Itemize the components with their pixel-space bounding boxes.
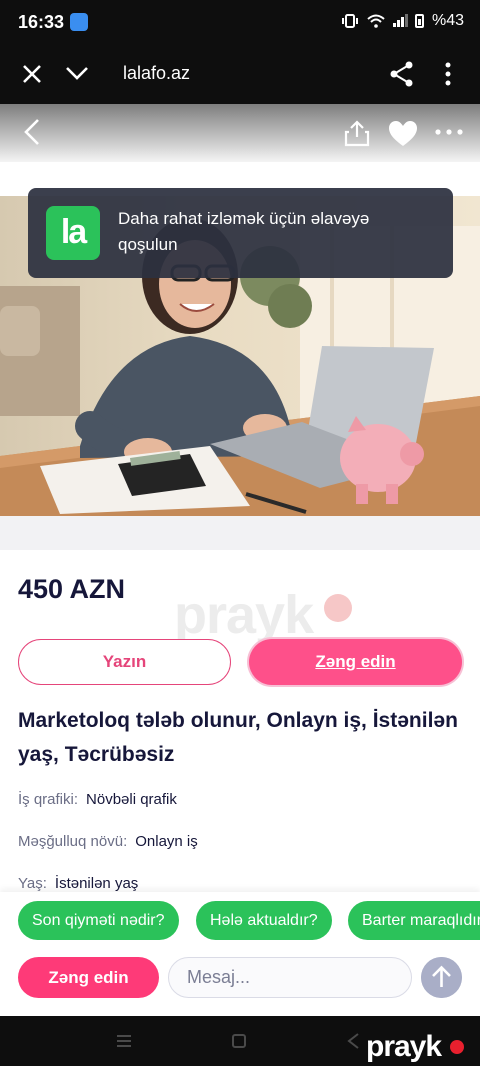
browser-toolbar: lalafo.az [0, 46, 480, 104]
battery-icon [414, 14, 424, 28]
share-icon[interactable] [388, 60, 416, 88]
url-text[interactable]: lalafo.az [123, 63, 190, 84]
heart-icon[interactable] [388, 120, 418, 148]
call-button-bottom[interactable]: Zəng edin [18, 957, 159, 998]
call-button[interactable]: Zəng edin [249, 639, 462, 685]
upload-icon[interactable] [343, 118, 371, 148]
watermark-text: prayk [174, 585, 314, 645]
quick-reply-chip[interactable]: Barter maraqlıdır? [348, 901, 480, 940]
detail-value: Onlayn iş [135, 833, 198, 850]
detail-value: Növbəli qrafik [86, 791, 177, 808]
write-button[interactable]: Yazın [18, 639, 231, 685]
battery-level: %43 [431, 12, 464, 29]
site-header [0, 104, 480, 162]
quick-reply-chip[interactable]: Son qiyməti nədir? [18, 901, 179, 940]
watermark-logo-dot [450, 1040, 464, 1054]
back-icon[interactable] [20, 116, 44, 148]
detail-age: Yaş: İstənilən yaş [18, 875, 138, 892]
chevron-down-icon[interactable] [64, 60, 90, 86]
listing-title: Marketoloq tələb olunur, Onlayn iş, İstə… [18, 709, 458, 766]
status-indicators: %43 [341, 12, 464, 30]
listing-price: 450 AZN [18, 574, 126, 604]
close-icon[interactable] [20, 62, 44, 86]
detail-work-schedule: İş qrafiki: Növbəli qrafik [18, 791, 177, 808]
quick-replies-scroller[interactable]: Son qiyməti nədir? Hələ aktualdır? Barte… [0, 892, 480, 948]
quick-reply-chip[interactable]: Hələ aktualdır? [196, 901, 332, 940]
detail-label: Yaş: [18, 875, 47, 892]
status-bar: 16:33 %43 [0, 0, 480, 46]
detail-label: Məşğulluq növü: [18, 833, 128, 850]
detail-employment-type: Məşğulluq növü: Onlayn iş [18, 833, 198, 850]
home-icon[interactable] [232, 1034, 246, 1048]
screen: 16:33 %43 lalafo.az la Daha rahat izləmə… [0, 0, 480, 1066]
detail-label: İş qrafiki: [18, 791, 79, 808]
vibrate-icon [341, 14, 358, 28]
system-nav-bar: prayk [0, 1016, 480, 1066]
watermark-logo: prayk [366, 1030, 442, 1063]
nav-back-icon[interactable] [346, 1032, 360, 1050]
app-install-banner[interactable]: la Daha rahat izləmək üçün əlavəyə qoşul… [28, 188, 453, 278]
quick-replies-bar: Son qiyməti nədir? Hələ aktualdır? Barte… [0, 892, 480, 948]
more-horizontal-icon[interactable] [434, 120, 464, 144]
message-input[interactable]: Mesaj... [168, 957, 412, 998]
message-bar: Zəng edin Mesaj... [0, 948, 480, 1016]
wifi-icon [367, 14, 385, 28]
lalafo-logo: la [46, 206, 100, 260]
watermark-dot [324, 594, 352, 622]
send-arrow-icon[interactable] [421, 957, 462, 998]
detail-value: İstənilən yaş [54, 875, 139, 892]
notification-app-icon [70, 13, 88, 31]
app-banner-text: Daha rahat izləmək üçün əlavəyə qoşulun [118, 209, 370, 254]
status-time: 16:33 [18, 12, 65, 32]
signal-icon [392, 14, 408, 27]
recents-icon[interactable] [116, 1034, 132, 1048]
more-vertical-icon[interactable] [438, 60, 458, 88]
photo-bottom-strip [0, 516, 480, 550]
